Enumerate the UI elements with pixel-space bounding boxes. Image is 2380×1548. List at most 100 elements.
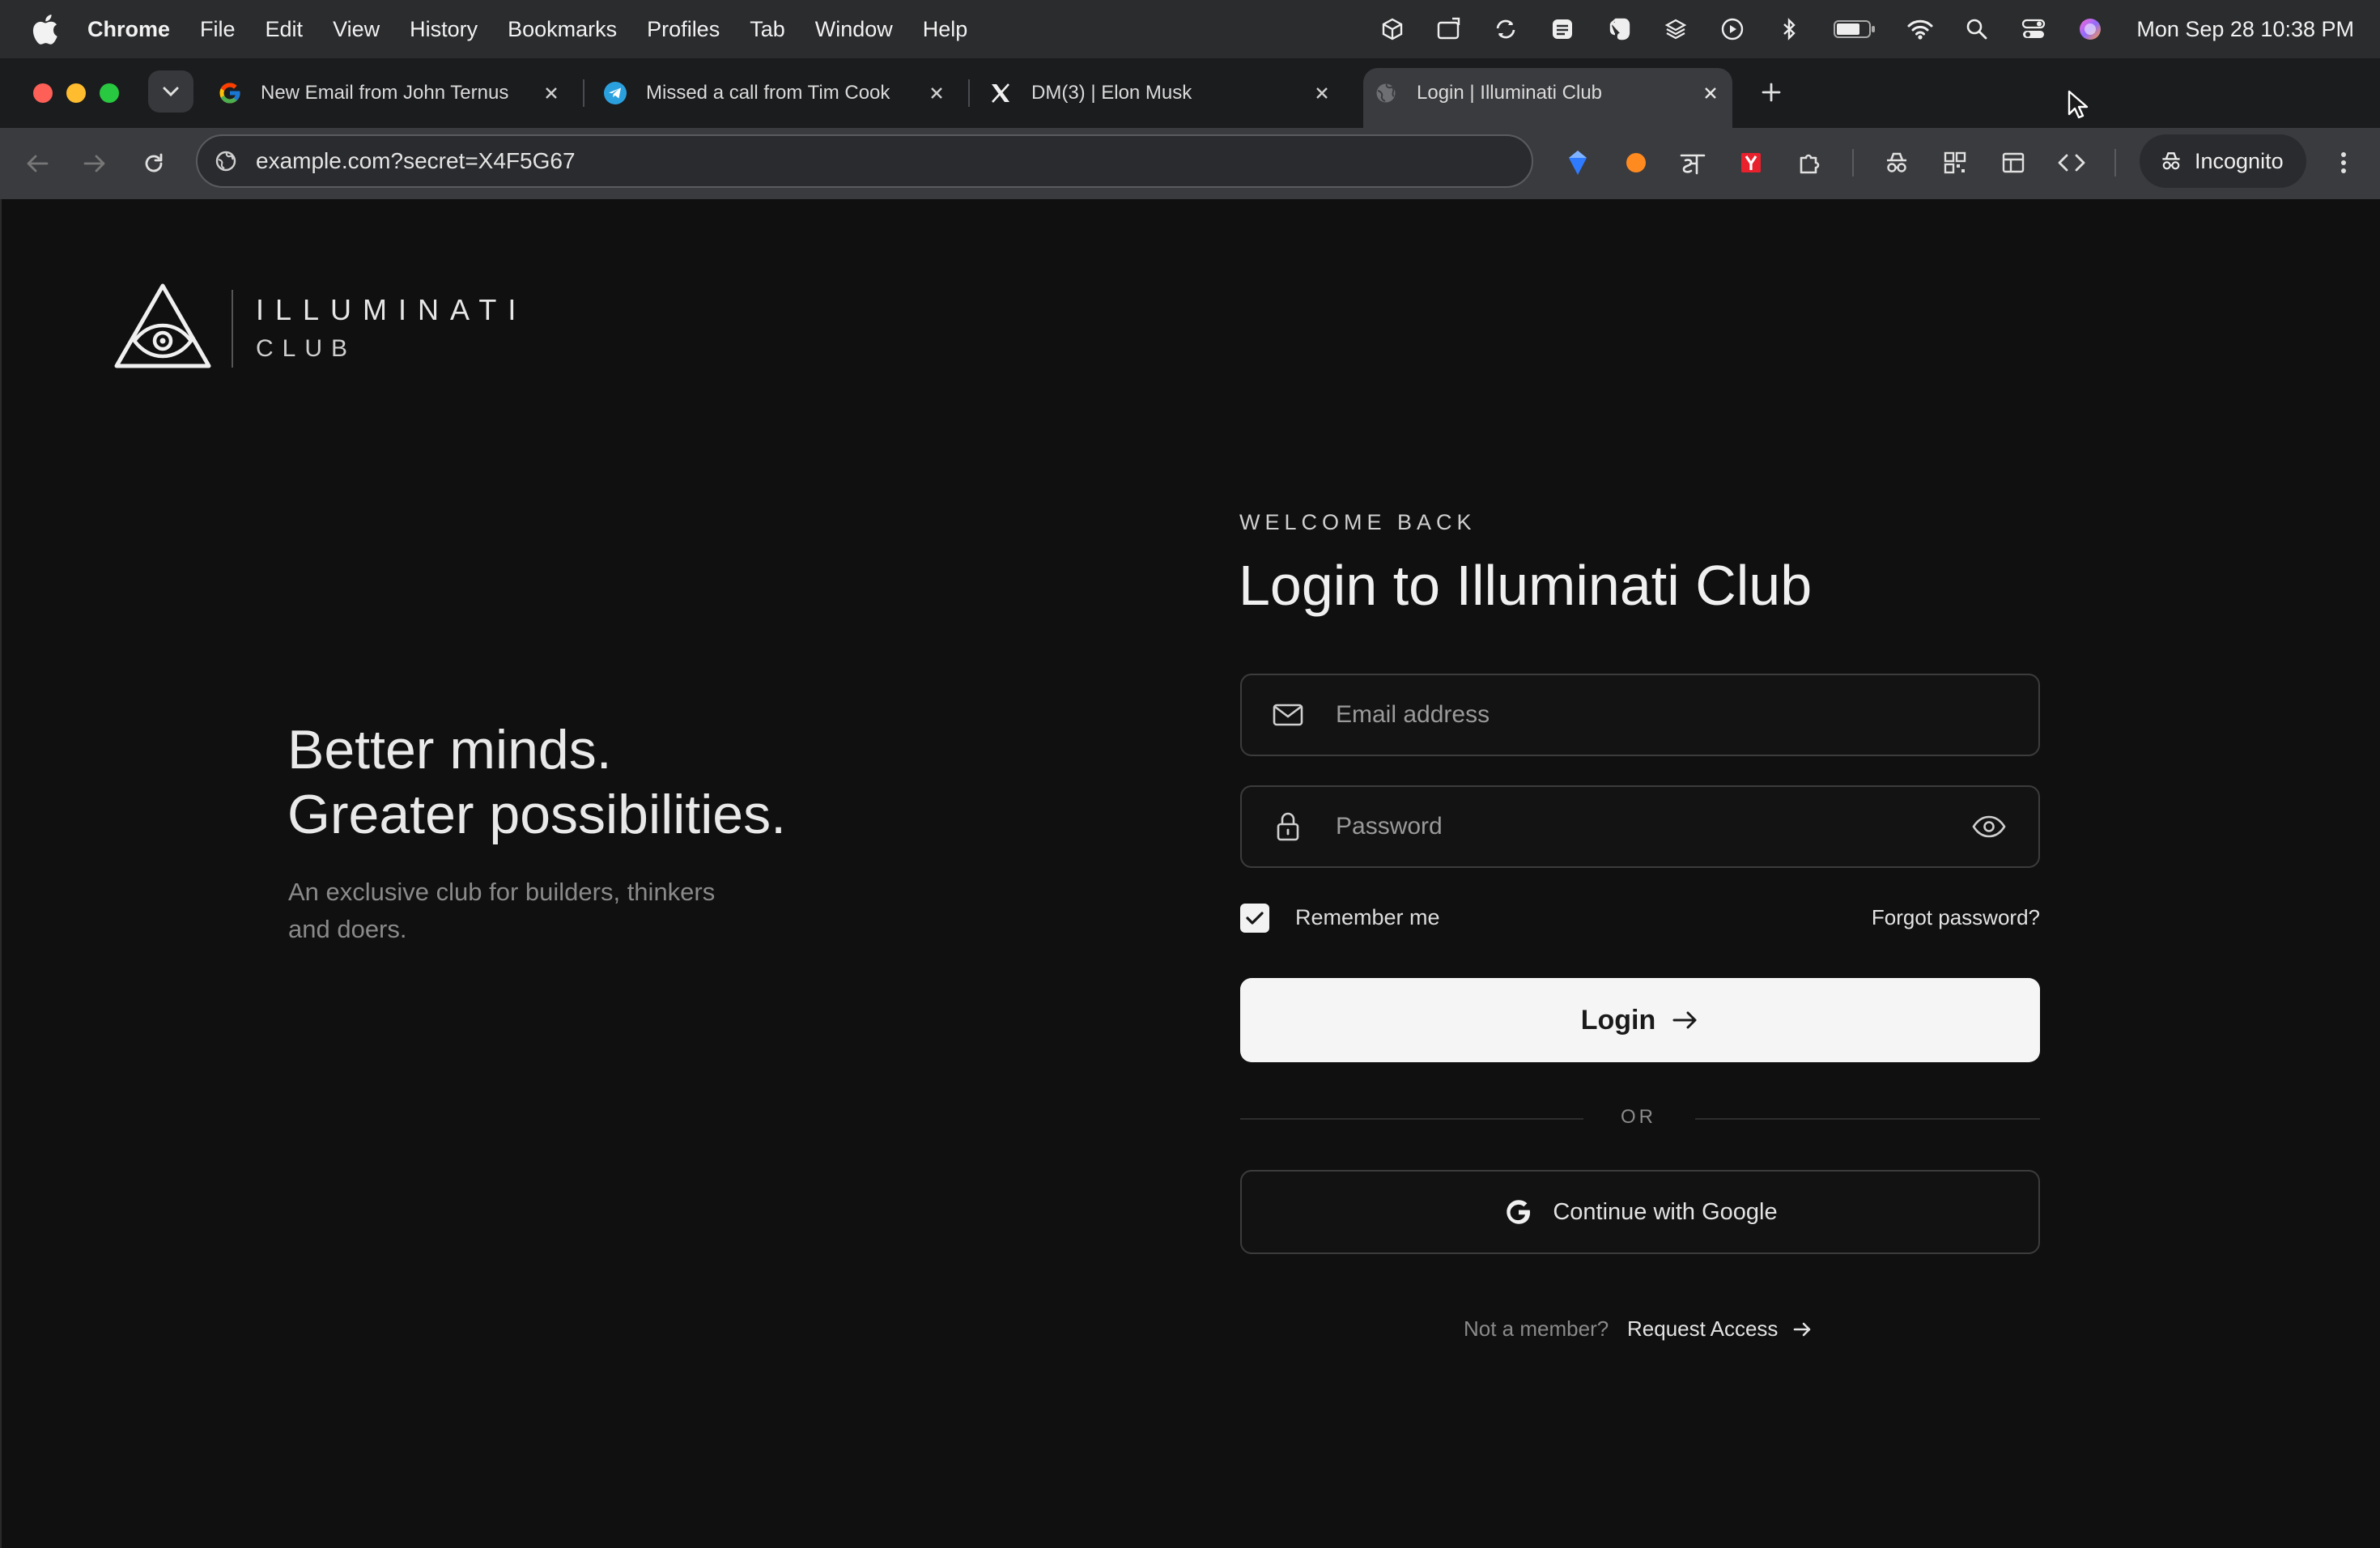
request-access-label: Request Access	[1627, 1316, 1779, 1341]
arrow-left-icon	[27, 155, 49, 172]
checkmark-icon	[1246, 912, 1264, 925]
x-icon	[988, 80, 1014, 106]
menu-file[interactable]: File	[200, 17, 236, 42]
code-brackets-icon[interactable]	[2053, 144, 2090, 181]
menu-app-name[interactable]: Chrome	[87, 17, 170, 42]
reload-button[interactable]	[136, 146, 172, 181]
menu-edit[interactable]: Edit	[266, 17, 304, 42]
extension-orange-icon[interactable]	[1617, 144, 1655, 181]
brand-name: ILLUMINATI	[256, 293, 528, 326]
table-layout-icon[interactable]	[1995, 144, 2032, 181]
tab-close-icon[interactable]	[1310, 81, 1334, 105]
telegram-icon	[602, 80, 628, 106]
or-divider-right	[1695, 1118, 2040, 1120]
play-circle-icon[interactable]	[1719, 15, 1746, 43]
bluetooth-icon[interactable]	[1775, 15, 1803, 43]
remember-me-label[interactable]: Remember me	[1295, 905, 1440, 930]
menu-window[interactable]: Window	[815, 17, 893, 42]
tab-missed-call[interactable]: Missed a call from Tim Cook	[593, 68, 958, 118]
sync-icon[interactable]	[1492, 15, 1519, 43]
request-access-link[interactable]: Request Access	[1627, 1316, 1813, 1342]
more-vertical-icon	[2341, 152, 2346, 173]
tab-search-button[interactable]	[148, 70, 193, 113]
apple-logo-icon[interactable]	[31, 14, 58, 45]
toolbar-divider	[2114, 149, 2116, 176]
evernote-icon[interactable]	[1605, 15, 1633, 43]
wifi-icon[interactable]	[1906, 15, 1934, 43]
tab-divider	[968, 79, 970, 107]
tab-new-email[interactable]: New Email from John Ternus	[207, 68, 573, 118]
eye-triangle-logo-icon	[114, 283, 211, 368]
reload-icon	[145, 153, 163, 172]
tab-title: Login | Illuminati Club	[1417, 82, 1603, 104]
extension-pin-icon[interactable]	[1559, 144, 1596, 181]
screen-share-icon[interactable]	[1435, 15, 1463, 43]
site-info-icon[interactable]	[214, 149, 238, 173]
menu-bar-clock[interactable]: Mon Sep 28 10:38 PM	[2136, 17, 2354, 42]
siri-icon[interactable]	[2076, 15, 2104, 43]
tab-close-icon[interactable]	[539, 81, 563, 105]
package-icon[interactable]	[1379, 15, 1406, 43]
or-divider-label: OR	[1621, 1106, 1656, 1128]
tab-close-icon[interactable]	[1698, 81, 1723, 105]
window-close-button[interactable]	[33, 83, 53, 103]
login-heading: Login to Illuminati Club	[1239, 554, 1813, 617]
incognito-spy-icon[interactable]	[1878, 144, 1915, 181]
email-field[interactable]	[1240, 674, 2040, 756]
google-g-icon	[1507, 1200, 1531, 1224]
extensions-puzzle-icon[interactable]	[1791, 144, 1828, 181]
window-zoom-button[interactable]	[100, 83, 119, 103]
window-minimize-button[interactable]	[66, 83, 86, 103]
incognito-badge[interactable]: Incognito	[2140, 134, 2306, 188]
chevron-down-icon	[163, 87, 179, 97]
logo-divider	[232, 290, 233, 368]
mouse-cursor-icon	[2068, 90, 2089, 119]
notes-icon[interactable]	[1549, 15, 1576, 43]
login-button-label: Login	[1580, 1004, 1656, 1036]
tab-dm-elon[interactable]: DM(3) | Elon Musk	[978, 68, 1344, 118]
back-button[interactable]	[19, 146, 55, 181]
menu-tab[interactable]: Tab	[750, 17, 785, 42]
layers-icon[interactable]	[1662, 15, 1689, 43]
tab-login-illuminati[interactable]: Login | Illuminati Club	[1363, 68, 1732, 128]
new-tab-button[interactable]	[1753, 74, 1789, 110]
menu-profiles[interactable]: Profiles	[647, 17, 720, 42]
arrow-right-icon	[83, 155, 105, 172]
status-menu-area: Mon Sep 28 10:38 PM	[1349, 0, 2354, 58]
brand-subtitle: CLUB	[256, 335, 357, 362]
menu-view[interactable]: View	[333, 17, 380, 42]
hero-tagline-line2: Greater possibilities.	[287, 784, 787, 845]
plus-icon	[1762, 83, 1781, 102]
extension-yc-icon[interactable]	[1732, 144, 1770, 181]
url-text[interactable]: example.com?secret=X4F5G67	[256, 148, 576, 174]
tab-title: Missed a call from Tim Cook	[646, 82, 890, 104]
password-field[interactable]	[1240, 785, 2040, 868]
toolbar-divider	[1852, 149, 1854, 176]
extension-hindi-icon[interactable]	[1674, 144, 1711, 181]
chrome-menu-button[interactable]	[2329, 144, 2358, 181]
forward-button[interactable]	[77, 146, 113, 181]
qr-code-icon[interactable]	[1936, 144, 1974, 181]
email-input[interactable]	[1334, 690, 2038, 740]
menu-history[interactable]: History	[410, 17, 478, 42]
hero-description-line1: An exclusive club for builders, thinkers	[288, 878, 716, 906]
continue-with-google-button[interactable]: Continue with Google	[1240, 1170, 2040, 1254]
arrow-right-icon	[1672, 1011, 1697, 1029]
forgot-password-link[interactable]: Forgot password?	[1872, 905, 2040, 930]
tab-close-icon[interactable]	[924, 81, 949, 105]
battery-icon[interactable]	[1832, 15, 1877, 43]
login-button[interactable]: Login	[1240, 978, 2040, 1062]
show-password-eye-icon[interactable]	[1969, 806, 2009, 847]
menu-help[interactable]: Help	[923, 17, 968, 42]
password-input[interactable]	[1334, 802, 1969, 852]
control-center-icon[interactable]	[2020, 15, 2047, 43]
tab-title: DM(3) | Elon Musk	[1031, 82, 1192, 104]
menu-bookmarks[interactable]: Bookmarks	[508, 17, 617, 42]
address-bar[interactable]: example.com?secret=X4F5G67	[196, 134, 1533, 188]
google-icon	[217, 80, 243, 106]
google-button-label: Continue with Google	[1553, 1198, 1778, 1225]
welcome-eyebrow: WELCOME BACK	[1239, 510, 1477, 534]
macos-menu-bar: Chrome File Edit View History Bookmarks …	[0, 0, 2380, 58]
spotlight-search-icon[interactable]	[1963, 15, 1991, 43]
remember-me-checkbox[interactable]	[1240, 904, 1269, 933]
